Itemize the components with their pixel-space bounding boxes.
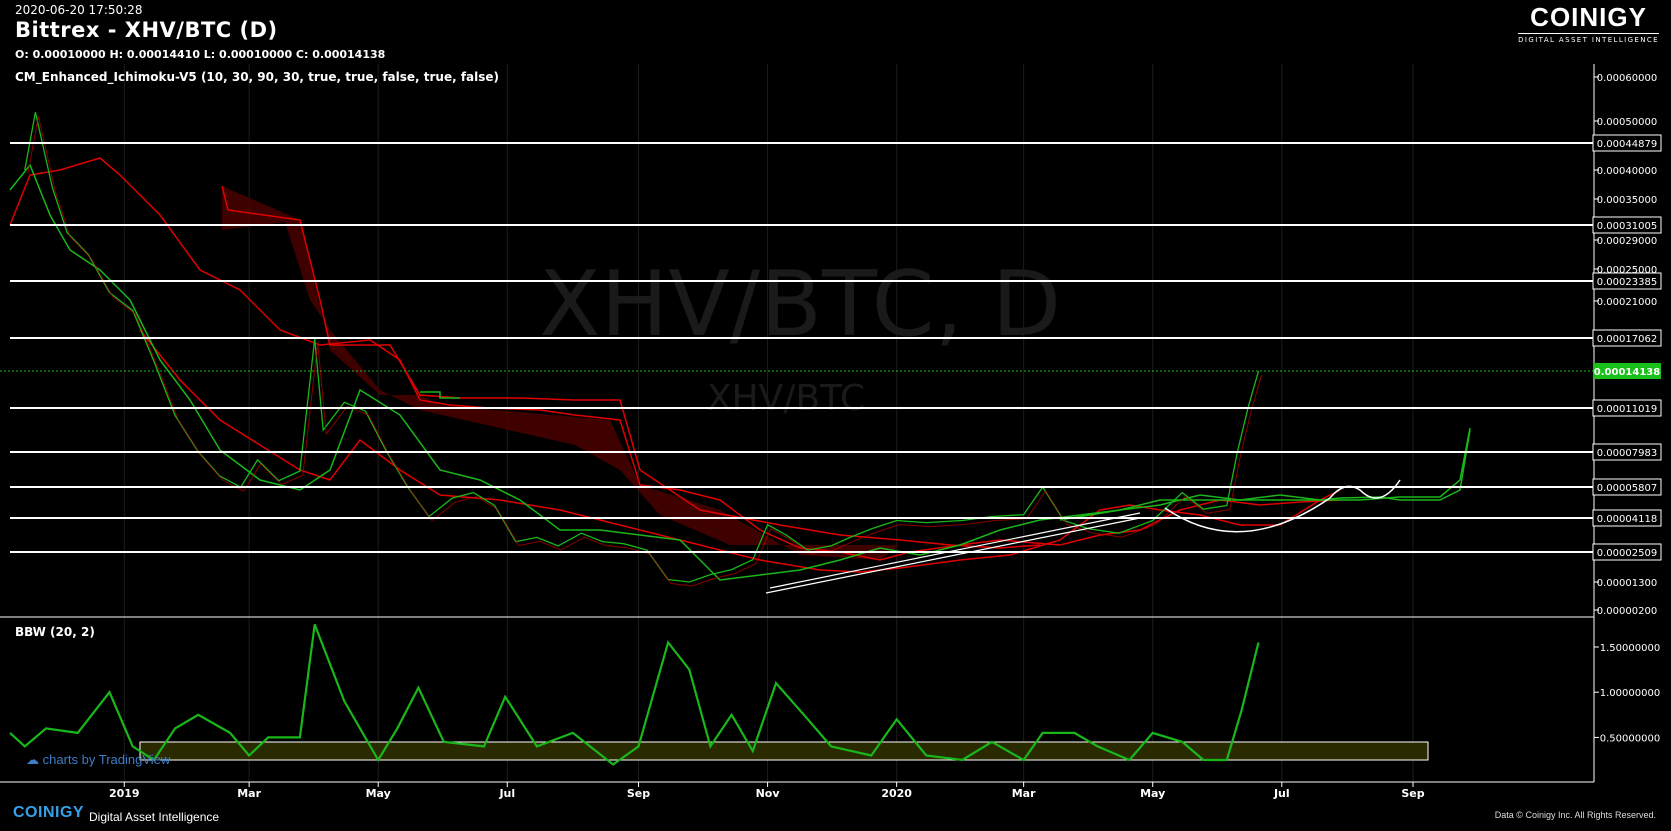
bbw-tick-label: 0.50000000: [1600, 733, 1660, 744]
chart-svg[interactable]: XHV/BTC, D XHV/BTC 0.00044879 0.00031005 0…: [0, 0, 1671, 831]
indicator-sub-label: BBW (20, 2): [15, 625, 95, 639]
time-tick-label: Jul: [1273, 787, 1290, 800]
level-label: 0.00031005: [1597, 221, 1657, 232]
time-tick-label: May: [1140, 787, 1165, 800]
time-tick-label: 2019: [109, 787, 140, 800]
time-tick-label: Nov: [756, 787, 781, 800]
level-label: 0.00007983: [1597, 448, 1657, 459]
indicator-main-label: CM_Enhanced_Ichimoku-V5 (10, 30, 90, 30,…: [15, 70, 500, 84]
price-tick-label: 0.00029000: [1597, 236, 1657, 247]
time-tick-label: Mar: [1012, 787, 1036, 800]
bbw-tick-label: 1.50000000: [1600, 643, 1660, 654]
price-tick-label: 0.00025000: [1597, 265, 1657, 276]
watermark-large: XHV/BTC, D: [539, 252, 1061, 357]
footer-tagline: Digital Asset Intelligence: [89, 810, 220, 824]
bbw-axis: 1.50000000 1.00000000 0.50000000: [1594, 643, 1660, 744]
price-tick-label: 0.00021000: [1597, 297, 1657, 308]
last-price-label: 0.00014138: [1594, 367, 1660, 378]
handle-pattern: [1329, 479, 1401, 499]
time-tick-label: Mar: [237, 787, 261, 800]
time-tick-label: Sep: [627, 787, 650, 800]
tradingview-cloud-icon: ☁: [26, 752, 39, 767]
price-tick-label: 0.00000200: [1597, 606, 1657, 617]
level-label: 0.00017062: [1597, 334, 1657, 345]
level-label: 0.00044879: [1597, 139, 1657, 150]
footer-credit: Data © Coinigy Inc. All Rights Reserved.: [1494, 810, 1656, 820]
price-tick-label: 0.00060000: [1597, 73, 1657, 84]
level-label: 0.00004118: [1597, 514, 1657, 525]
price-tick-label: 0.00035000: [1597, 195, 1657, 206]
time-axis: 2019 Mar May Jul Sep Nov 2020 Mar May Jul Sep: [109, 782, 1425, 800]
watermark-small: XHV/BTC: [707, 378, 865, 419]
time-tick-label: Sep: [1401, 787, 1424, 800]
level-label: 0.00011019: [1597, 404, 1657, 415]
level-label: 0.00023385: [1597, 277, 1657, 288]
ichimoku-cloud: [222, 186, 900, 560]
bbw-tick-label: 1.00000000: [1600, 688, 1660, 699]
ichimoku-red-line-2: [221, 185, 1041, 549]
time-tick-label: Jul: [498, 787, 515, 800]
price-tick-label: 0.00050000: [1597, 117, 1657, 128]
level-label: 0.00002509: [1597, 548, 1657, 559]
footer-logo: COINIGY: [13, 804, 85, 821]
price-tick-label: 0.00001300: [1597, 578, 1657, 589]
tradingview-watermark[interactable]: ☁ charts by TradingView: [26, 752, 170, 768]
vertical-grid: [123, 64, 1414, 782]
time-tick-label: 2020: [881, 787, 912, 800]
price-tick-label: 0.00040000: [1597, 166, 1657, 177]
time-tick-label: May: [366, 787, 391, 800]
tradingview-text: charts by TradingView: [42, 752, 171, 767]
bbw-range-box: [139, 741, 1429, 761]
level-label: 0.00005807: [1597, 483, 1657, 494]
